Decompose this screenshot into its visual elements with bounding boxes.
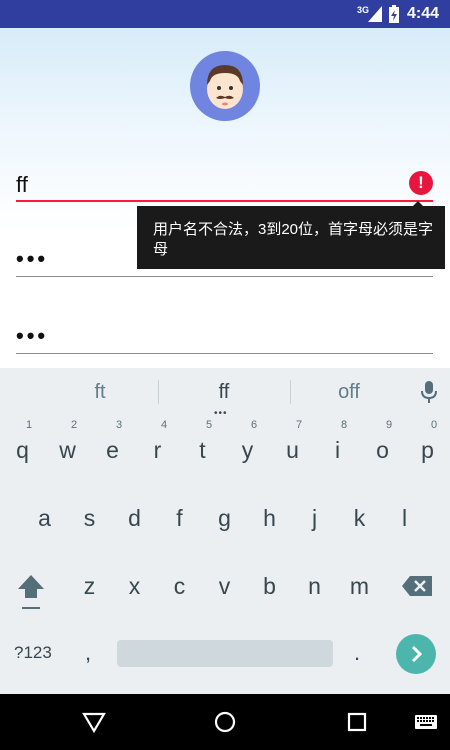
shift-icon[interactable] (16, 572, 46, 612)
signal-icon (368, 6, 382, 22)
recents-icon[interactable] (345, 710, 369, 734)
error-tooltip: 用户名不合法，3到20位，首字母必须是字母 (137, 201, 445, 269)
key-z[interactable]: z (67, 558, 112, 614)
period-key[interactable]: . (354, 640, 360, 666)
keyboard-icon[interactable] (414, 710, 438, 734)
key-m[interactable]: m (337, 558, 382, 614)
enter-key[interactable] (396, 634, 436, 674)
key-k[interactable]: k (337, 490, 382, 546)
space-key[interactable] (117, 640, 333, 667)
login-form: ff ! ••• ••• 用户名不合法，3到20位，首字母必须是字母 (0, 28, 450, 368)
more-suggestions-icon[interactable]: ••• (214, 408, 228, 419)
suggestion-middle[interactable]: ff (179, 381, 269, 404)
key-s[interactable]: s (67, 490, 112, 546)
error-icon[interactable]: ! (409, 171, 433, 195)
key-x[interactable]: x (112, 558, 157, 614)
key-c[interactable]: c (157, 558, 202, 614)
key-a[interactable]: a (22, 490, 67, 546)
key-b[interactable]: b (247, 558, 292, 614)
mic-icon[interactable] (418, 380, 440, 404)
confirm-password-underline (16, 353, 433, 354)
backspace-icon[interactable] (400, 574, 434, 598)
avatar-icon (207, 65, 243, 109)
key-i[interactable]: 8i (315, 419, 360, 478)
navigation-bar (0, 694, 450, 750)
password-input[interactable]: ••• (16, 246, 48, 272)
key-o[interactable]: 9o (360, 419, 405, 478)
confirm-password-input[interactable]: ••• (16, 323, 48, 349)
key-f[interactable]: f (157, 490, 202, 546)
status-bar: 3G 4:44 (0, 0, 450, 28)
key-d[interactable]: d (112, 490, 157, 546)
key-u[interactable]: 7u (270, 419, 315, 478)
home-icon[interactable] (213, 710, 237, 734)
enter-icon (411, 645, 423, 663)
key-r[interactable]: 4r (135, 419, 180, 478)
comma-key[interactable]: , (85, 640, 91, 666)
suggestion-right[interactable]: off (304, 381, 394, 404)
suggestion-strip: ft ff ••• off (0, 368, 450, 419)
key-q[interactable]: 1q (0, 419, 45, 478)
key-j[interactable]: j (292, 490, 337, 546)
tooltip-arrow (412, 201, 424, 207)
avatar[interactable] (190, 51, 260, 121)
error-message: 用户名不合法，3到20位，首字母必须是字母 (153, 221, 434, 258)
key-w[interactable]: 2w (45, 419, 90, 478)
suggestion-divider (158, 380, 159, 404)
key-e[interactable]: 3e (90, 419, 135, 478)
key-y[interactable]: 6y (225, 419, 270, 478)
back-icon[interactable] (82, 710, 106, 734)
key-n[interactable]: n (292, 558, 337, 614)
username-input[interactable]: ff (16, 172, 28, 198)
suggestion-left[interactable]: ft (55, 381, 145, 404)
key-h[interactable]: h (247, 490, 292, 546)
soft-keyboard: ft ff ••• off 1q 2w 3e 4r 5t 6y 7u 8i 9o… (0, 368, 450, 694)
symbols-key[interactable]: ?123 (14, 643, 52, 663)
key-l[interactable]: l (382, 490, 427, 546)
battery-icon (389, 5, 399, 23)
clock: 4:44 (407, 5, 440, 22)
password-underline (16, 276, 433, 277)
suggestion-divider (290, 380, 291, 404)
key-t[interactable]: 5t (180, 419, 225, 478)
key-g[interactable]: g (202, 490, 247, 546)
key-p[interactable]: 0p (405, 419, 450, 478)
username-underline (16, 200, 433, 202)
key-v[interactable]: v (202, 558, 247, 614)
